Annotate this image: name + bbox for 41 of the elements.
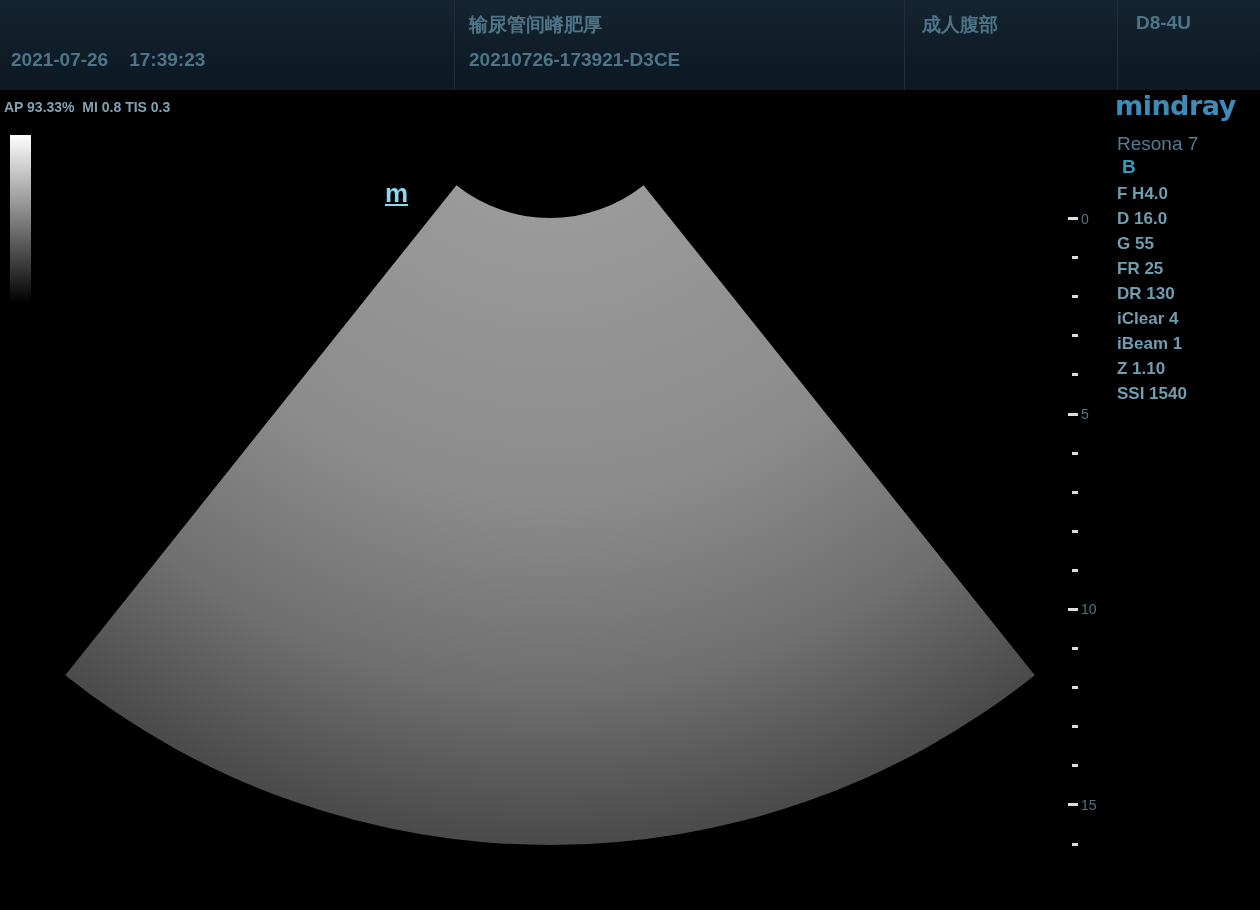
imaging-parameter: iClear 4 xyxy=(1117,308,1179,330)
depth-label: 10 xyxy=(1081,601,1097,618)
brand-logo: mindray xyxy=(1115,90,1236,121)
depth-tick xyxy=(1072,686,1078,690)
exam-time: 17:39:23 xyxy=(129,49,206,71)
depth-tick xyxy=(1068,412,1078,416)
imaging-mode: B xyxy=(1122,156,1137,178)
depth-tick xyxy=(1072,451,1078,455)
depth-tick xyxy=(1072,529,1078,533)
imaging-parameter: FR 25 xyxy=(1117,258,1164,280)
exam-id: 20210726-173921-D3CE xyxy=(469,49,682,71)
depth-tick xyxy=(1072,295,1078,299)
system-model: Resona 7 xyxy=(1117,133,1200,155)
orientation-marker: m xyxy=(385,180,409,206)
imaging-parameter: F H4.0 xyxy=(1117,183,1169,205)
depth-tick xyxy=(1072,725,1078,729)
depth-tick xyxy=(1072,490,1078,494)
imaging-parameter: D 16.0 xyxy=(1117,208,1168,230)
imaging-parameter: DR 130 xyxy=(1117,283,1175,305)
depth-tick xyxy=(1072,842,1078,846)
depth-label: 15 xyxy=(1081,796,1097,813)
preset-label: 成人腹部 xyxy=(922,13,999,37)
depth-label: 0 xyxy=(1081,210,1089,227)
depth-tick xyxy=(1072,647,1078,651)
depth-tick xyxy=(1068,803,1078,807)
depth-tick xyxy=(1072,256,1078,260)
exam-date: 2021-07-26 xyxy=(11,49,109,71)
depth-label: 5 xyxy=(1081,406,1089,422)
imaging-parameter: G 55 xyxy=(1117,233,1154,255)
depth-tick xyxy=(1068,217,1078,221)
depth-tick xyxy=(1068,608,1078,611)
depth-tick xyxy=(1072,373,1078,377)
acoustic-output-readout: AP 93.33% MI 0.8 TIS 0.3 xyxy=(4,99,172,115)
probe-label: D8-4U xyxy=(1136,12,1192,34)
imaging-parameter: SSI 1540 xyxy=(1117,383,1187,405)
imaging-parameter: iBeam 1 xyxy=(1117,333,1183,355)
depth-tick xyxy=(1072,568,1078,572)
depth-tick xyxy=(1072,764,1078,768)
depth-tick xyxy=(1072,334,1078,338)
exam-title: 输尿管间嵴肥厚 xyxy=(469,13,603,37)
imaging-parameter: Z 1.10 xyxy=(1117,358,1166,380)
